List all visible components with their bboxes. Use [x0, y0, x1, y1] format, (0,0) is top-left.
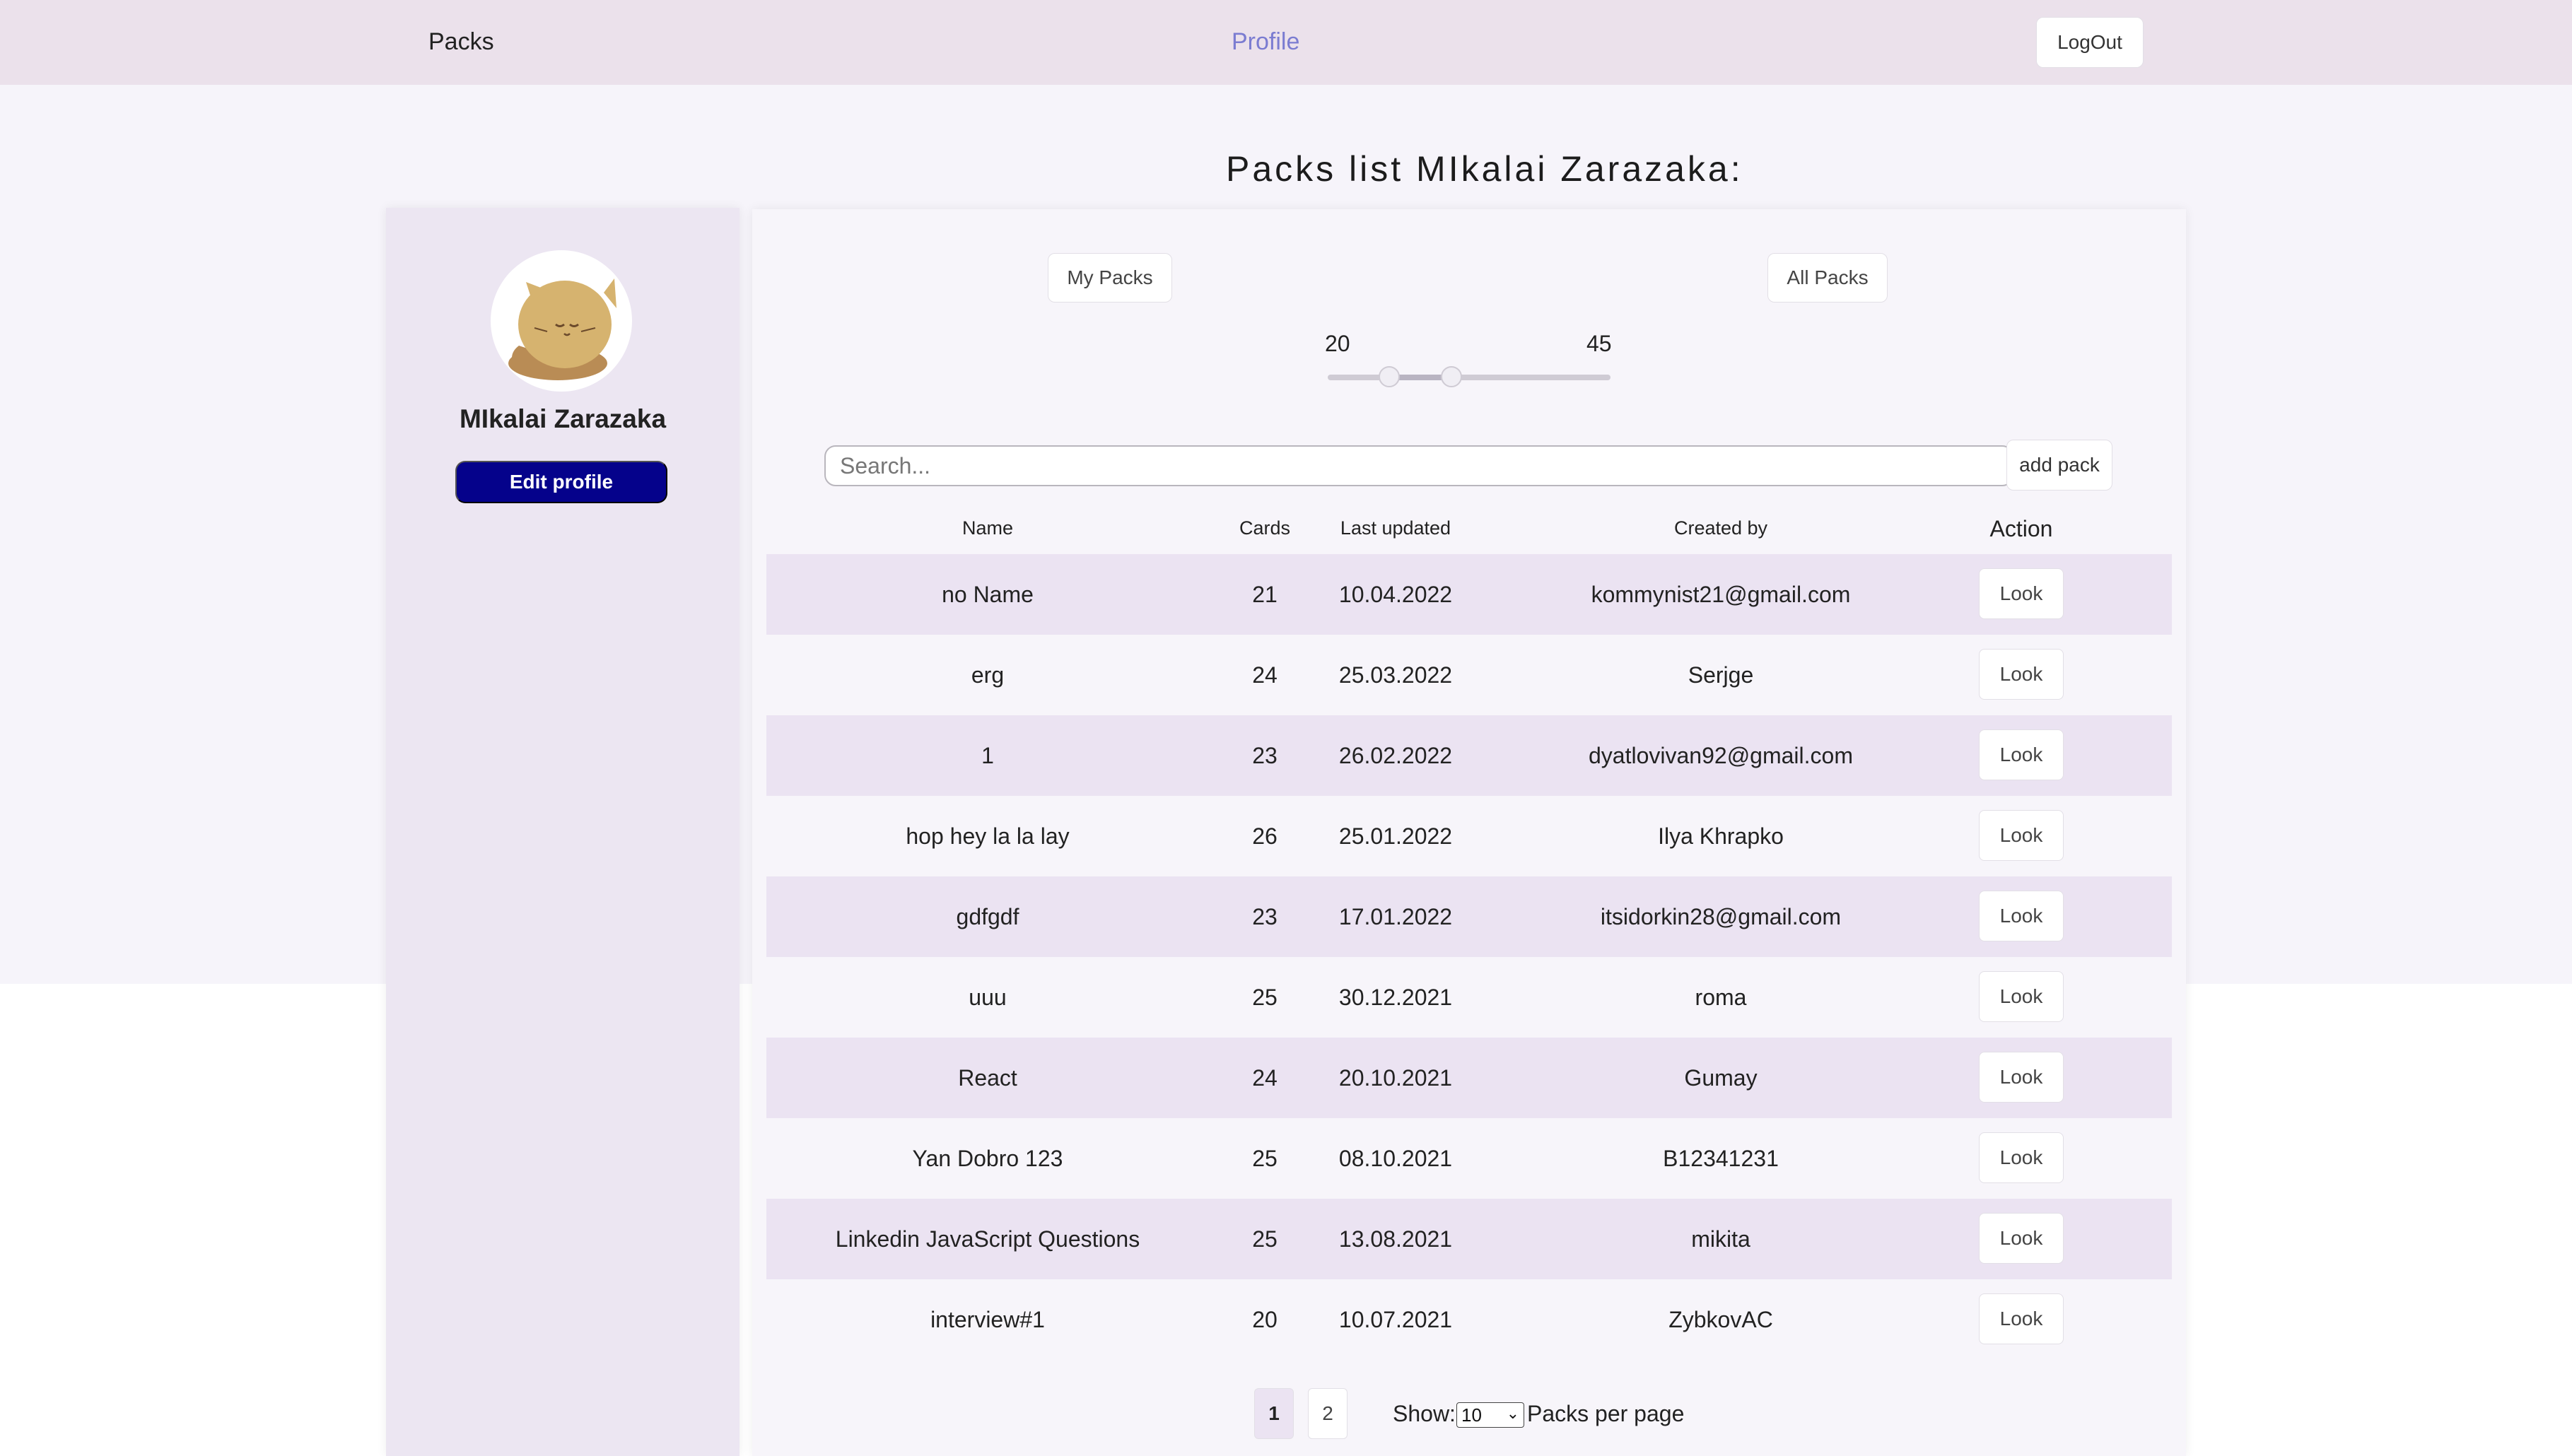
table-row: Yan Dobro 123 25 08.10.2021 B12341231 Lo… [766, 1118, 2172, 1199]
page-button-1[interactable]: 1 [1254, 1388, 1294, 1439]
look-button[interactable]: Look [1979, 810, 2064, 861]
slider-min-handle[interactable] [1379, 366, 1400, 387]
pack-creator: dyatlovivan92@gmail.com [1589, 742, 1853, 768]
look-button[interactable]: Look [1979, 1293, 2064, 1344]
pack-name: uuu [969, 984, 1007, 1010]
range-min-value: 20 [1325, 331, 1350, 356]
column-header-created[interactable]: Created by [1544, 517, 1898, 539]
all-packs-button[interactable]: All Packs [1767, 253, 1888, 303]
look-button[interactable]: Look [1979, 1052, 2064, 1103]
search-input[interactable] [824, 445, 2013, 486]
pack-name: no Name [942, 581, 1034, 607]
column-header-name[interactable]: Name [766, 517, 1209, 539]
pack-cards: 20 [1252, 1306, 1278, 1332]
column-header-updated[interactable]: Last updated [1325, 517, 1466, 539]
pack-name: React [958, 1064, 1017, 1091]
top-nav-bar: Packs Profile LogOut [0, 0, 2572, 85]
pack-creator: B12341231 [1663, 1145, 1779, 1171]
pack-cards: 25 [1252, 1145, 1278, 1171]
table-row: interview#1 20 10.07.2021 ZybkovAC Look [766, 1279, 2172, 1360]
pack-creator: Gumay [1684, 1064, 1758, 1091]
pack-updated: 25.03.2022 [1338, 662, 1453, 688]
pagination: 1 2 Show: 10 ⌄ Packs per page [752, 1388, 2186, 1445]
pack-cards: 21 [1252, 581, 1278, 607]
pack-name: interview#1 [930, 1306, 1045, 1332]
packs-table-body: no Name 21 10.04.2022 kommynist21@gmail.… [766, 554, 2172, 1360]
pack-updated: 17.01.2022 [1338, 903, 1453, 929]
slider-max-handle[interactable] [1441, 366, 1462, 387]
chevron-down-icon: ⌄ [1506, 1404, 1519, 1422]
edit-profile-button[interactable]: Edit profile [455, 461, 667, 503]
look-button[interactable]: Look [1979, 649, 2064, 700]
page-button-2[interactable]: 2 [1308, 1388, 1348, 1439]
pack-name: hop hey la la lay [906, 823, 1070, 849]
pack-creator: mikita [1691, 1226, 1750, 1252]
my-packs-button[interactable]: My Packs [1048, 253, 1172, 303]
pack-creator: Ilya Khrapko [1658, 823, 1784, 849]
pack-cards: 26 [1252, 823, 1278, 849]
packs-panel: My Packs All Packs 20 45 add pack Name C… [752, 209, 2186, 1456]
show-label: Show: [1393, 1401, 1456, 1426]
pack-name: Yan Dobro 123 [912, 1145, 1063, 1171]
pack-creator: Serjge [1688, 662, 1754, 688]
pack-cards: 25 [1252, 1226, 1278, 1252]
column-header-action: Action [1989, 516, 2053, 541]
pack-updated: 08.10.2021 [1338, 1145, 1453, 1171]
pack-name: gdfgdf [956, 903, 1019, 929]
pack-updated: 26.02.2022 [1338, 742, 1453, 768]
column-header-cards[interactable]: Cards [1219, 517, 1311, 539]
pack-cards: 24 [1252, 1064, 1278, 1091]
cat-avatar-icon [508, 278, 616, 380]
pack-updated: 25.01.2022 [1338, 823, 1453, 849]
pack-cards: 23 [1252, 742, 1278, 768]
pack-updated: 30.12.2021 [1338, 984, 1453, 1010]
pack-updated: 20.10.2021 [1338, 1064, 1453, 1091]
pack-name: erg [971, 662, 1005, 688]
pack-cards: 23 [1252, 903, 1278, 929]
table-row: Linkedin JavaScript Questions 25 13.08.2… [766, 1199, 2172, 1279]
table-row: hop hey la la lay 26 25.01.2022 Ilya Khr… [766, 796, 2172, 876]
per-page-select[interactable]: 10 ⌄ [1456, 1402, 1524, 1428]
cards-range-slider[interactable] [1328, 375, 1611, 380]
pack-creator: itsidorkin28@gmail.com [1600, 903, 1842, 929]
look-button[interactable]: Look [1979, 729, 2064, 780]
look-button[interactable]: Look [1979, 971, 2064, 1022]
look-button[interactable]: Look [1979, 891, 2064, 941]
table-row: 1 23 26.02.2022 dyatlovivan92@gmail.com … [766, 715, 2172, 796]
pack-updated: 10.04.2022 [1338, 581, 1453, 607]
avatar [491, 250, 632, 392]
table-row: React 24 20.10.2021 Gumay Look [766, 1038, 2172, 1118]
pack-creator: ZybkovAC [1668, 1306, 1773, 1332]
per-page-value: 10 [1461, 1404, 1482, 1426]
look-button[interactable]: Look [1979, 568, 2064, 619]
pack-updated: 13.08.2021 [1338, 1226, 1453, 1252]
pack-name: 1 [981, 742, 994, 768]
nav-link-profile[interactable]: Profile [1232, 28, 1299, 56]
pack-name: Linkedin JavaScript Questions [835, 1226, 1140, 1252]
pack-creator: roma [1695, 984, 1747, 1010]
table-row: uuu 25 30.12.2021 roma Look [766, 957, 2172, 1038]
profile-sidebar: MIkalai Zarazaka Edit profile [386, 208, 740, 1456]
table-header: Name Cards Last updated Created by Actio… [766, 509, 2172, 551]
table-row: gdfgdf 23 17.01.2022 itsidorkin28@gmail.… [766, 876, 2172, 957]
table-row: erg 24 25.03.2022 Serjge Look [766, 635, 2172, 715]
add-pack-button[interactable]: add pack [2006, 440, 2112, 491]
pack-cards: 24 [1252, 662, 1278, 688]
pack-updated: 10.07.2021 [1338, 1306, 1453, 1332]
logout-button[interactable]: LogOut [2036, 17, 2144, 68]
pack-cards: 25 [1252, 984, 1278, 1010]
range-max-value: 45 [1586, 331, 1612, 356]
table-row: no Name 21 10.04.2022 kommynist21@gmail.… [766, 554, 2172, 635]
page-title: Packs list MIkalai Zarazaka: [1226, 149, 1743, 189]
profile-name: MIkalai Zarazaka [459, 404, 667, 433]
look-button[interactable]: Look [1979, 1213, 2064, 1264]
nav-link-packs[interactable]: Packs [428, 28, 494, 56]
look-button[interactable]: Look [1979, 1132, 2064, 1183]
per-page-label: Packs per page [1527, 1401, 1685, 1426]
pack-creator: kommynist21@gmail.com [1591, 581, 1851, 607]
